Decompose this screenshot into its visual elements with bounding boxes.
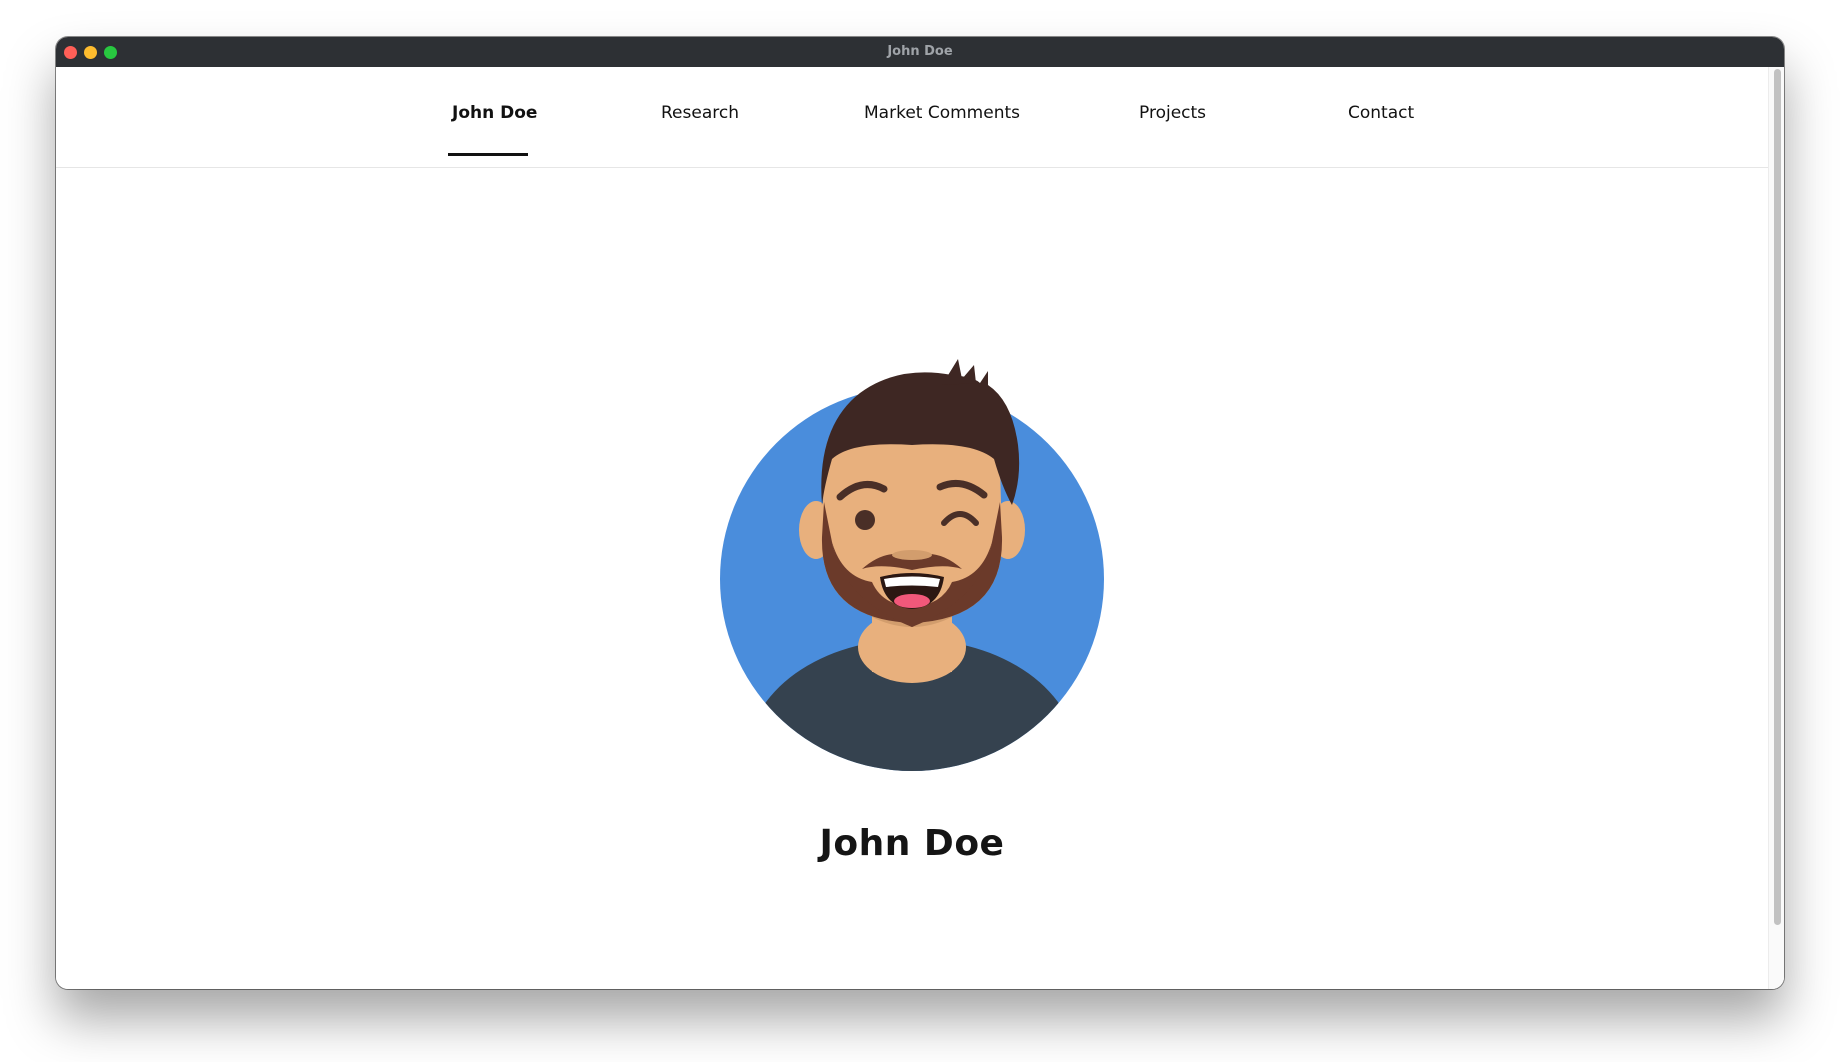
nav-item-market-comments[interactable]: Market Comments <box>864 103 1020 143</box>
avatar <box>720 359 1104 771</box>
avatar-nose <box>892 550 932 560</box>
top-navigation: John Doe Research Market Comments Projec… <box>56 67 1768 168</box>
nav-item-projects[interactable]: Projects <box>1139 103 1206 143</box>
nav-item-john-doe[interactable]: John Doe <box>452 103 537 143</box>
nav-item-contact[interactable]: Contact <box>1348 103 1414 143</box>
active-nav-underline <box>448 153 528 156</box>
browser-window: John Doe John Doe Research Market Commen… <box>56 37 1784 989</box>
desktop: John Doe John Doe Research Market Commen… <box>0 0 1840 1062</box>
nav-item-research[interactable]: Research <box>661 103 739 143</box>
profile-name: John Doe <box>819 823 1005 864</box>
window-title: John Doe <box>887 44 953 59</box>
scrollbar-thumb[interactable] <box>1774 69 1781 925</box>
window-titlebar[interactable]: John Doe <box>56 37 1784 67</box>
page-viewport: John Doe Research Market Comments Projec… <box>56 67 1784 989</box>
vertical-scrollbar[interactable] <box>1768 67 1784 989</box>
